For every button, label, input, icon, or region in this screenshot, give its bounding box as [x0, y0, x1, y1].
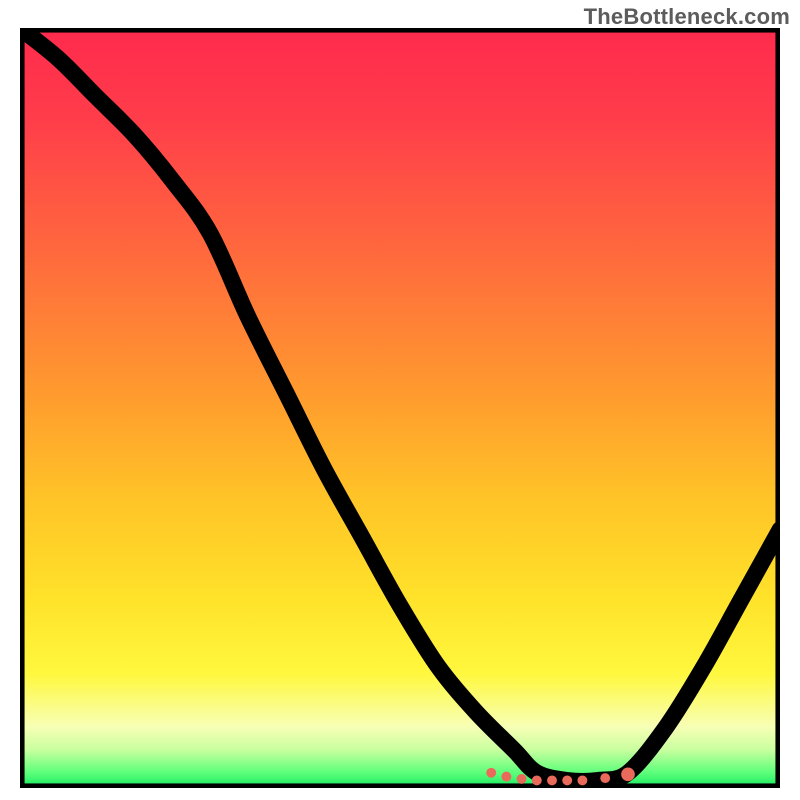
optimal-dot — [562, 775, 572, 785]
watermark-text: TheBottleneck.com — [584, 4, 790, 30]
optimal-dot — [600, 773, 610, 783]
optimal-dot — [532, 775, 542, 785]
optimal-dot — [486, 768, 496, 778]
chart-container: TheBottleneck.com — [0, 0, 800, 800]
optimal-dot — [621, 767, 635, 781]
optimal-dot — [577, 775, 587, 785]
optimal-dot — [517, 774, 527, 784]
chart-svg — [20, 28, 780, 788]
optimal-dot — [547, 775, 557, 785]
plot-area — [20, 28, 780, 788]
optimal-dot — [501, 772, 511, 782]
